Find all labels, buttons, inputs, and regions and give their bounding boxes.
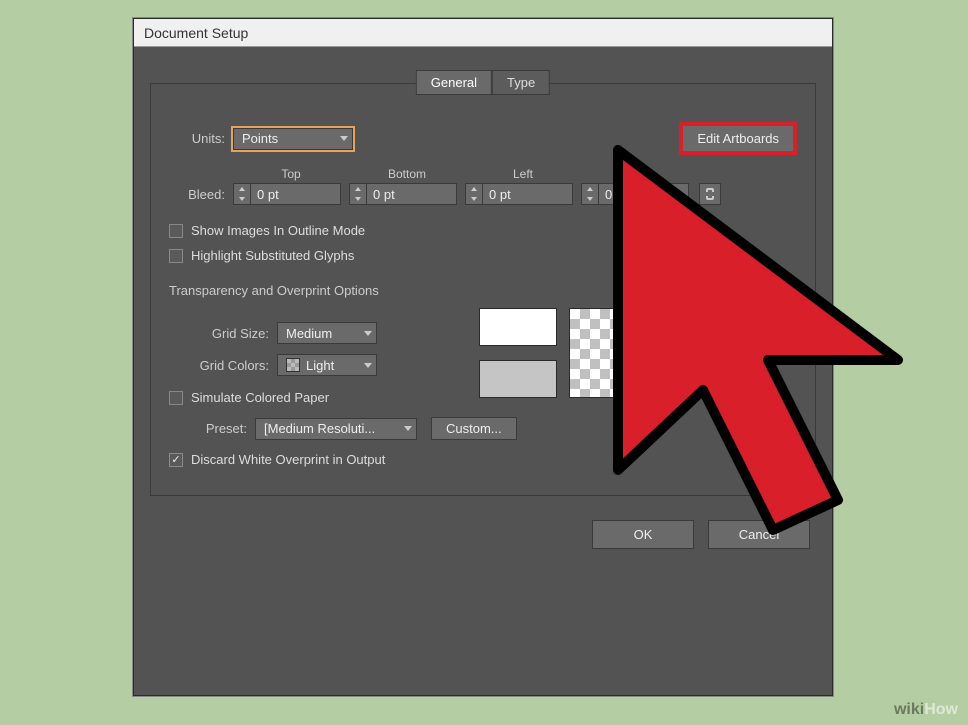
swatch-white[interactable] — [479, 308, 557, 346]
tab-general[interactable]: General — [416, 70, 492, 95]
preset-value: [Medium Resoluti... — [264, 421, 396, 436]
grid-colors-dropdown[interactable]: Light — [277, 354, 377, 376]
discard-white-row[interactable]: ✓ Discard White Overprint in Output — [169, 452, 797, 467]
highlight-glyphs-row[interactable]: Highlight Substituted Glyphs — [169, 248, 797, 263]
chevron-down-icon[interactable] — [582, 194, 598, 204]
watermark-wiki: wiki — [894, 701, 924, 718]
preset-label: Preset: — [169, 421, 247, 436]
bleed-left-label: Left — [465, 167, 581, 181]
bleed-bottom-label: Bottom — [349, 167, 465, 181]
grid-size-dropdown[interactable]: Medium — [277, 322, 377, 344]
bleed-top-input[interactable]: 0 pt — [233, 183, 341, 205]
bleed-bottom-value[interactable]: 0 pt — [367, 183, 457, 205]
document-setup-dialog: Document Setup General Type Units: Point… — [133, 18, 833, 696]
bleed-headers: Top Bottom Left Right — [233, 167, 797, 181]
bleed-label: Bleed: — [169, 187, 225, 202]
tab-bar: General Type — [416, 70, 550, 95]
chevron-down-icon — [364, 331, 372, 336]
general-panel: General Type Units: Points Edit Artboard… — [150, 83, 816, 496]
cancel-button[interactable]: Cancel — [708, 520, 810, 549]
bleed-bottom-input[interactable]: 0 pt — [349, 183, 457, 205]
bleed-right-input[interactable]: 0 pt — [581, 183, 689, 205]
color-swatches — [479, 308, 557, 398]
highlight-glyphs-label: Highlight Substituted Glyphs — [191, 248, 354, 263]
checkbox-checked-icon[interactable]: ✓ — [169, 453, 183, 467]
transparency-section-label: Transparency and Overprint Options — [169, 283, 797, 298]
watermark-how: How — [924, 701, 958, 718]
units-value: Points — [242, 131, 332, 146]
transparency-preview — [479, 308, 667, 398]
bleed-top-label: Top — [233, 167, 349, 181]
swatch-icon — [286, 358, 300, 372]
chevron-up-icon[interactable] — [350, 184, 366, 194]
checkbox-unchecked-icon[interactable] — [169, 224, 183, 238]
chevron-up-icon[interactable] — [466, 184, 482, 194]
bleed-left-input[interactable]: 0 pt — [465, 183, 573, 205]
bleed-right-value[interactable]: 0 pt — [599, 183, 689, 205]
preset-dropdown[interactable]: [Medium Resoluti... — [255, 418, 417, 440]
bleed-row: Bleed: 0 pt 0 pt 0 pt 0 pt — [169, 183, 797, 205]
checkbox-unchecked-icon[interactable] — [169, 391, 183, 405]
show-images-outline-row[interactable]: Show Images In Outline Mode — [169, 223, 797, 238]
chevron-down-icon — [340, 136, 348, 141]
edit-artboards-button[interactable]: Edit Artboards — [679, 122, 797, 155]
stepper-buttons[interactable] — [233, 183, 251, 205]
dialog-footer: OK Cancel — [150, 520, 816, 549]
units-label: Units: — [169, 131, 225, 146]
bleed-right-label: Right — [581, 167, 697, 181]
chevron-down-icon — [404, 426, 412, 431]
chevron-up-icon[interactable] — [234, 184, 250, 194]
dialog-title: Document Setup — [134, 19, 832, 47]
units-row: Units: Points Edit Artboards — [169, 122, 797, 155]
units-dropdown[interactable]: Points — [233, 128, 353, 150]
checkerboard-preview — [569, 308, 667, 398]
grid-section: Grid Size: Medium Grid Colors: Light — [169, 308, 797, 467]
watermark: wikiHow — [894, 701, 958, 719]
bleed-left-value[interactable]: 0 pt — [483, 183, 573, 205]
tab-type[interactable]: Type — [492, 70, 550, 95]
checkbox-unchecked-icon[interactable] — [169, 249, 183, 263]
preset-row: Preset: [Medium Resoluti... Custom... — [169, 417, 797, 440]
stepper-buttons[interactable] — [581, 183, 599, 205]
link-values-icon[interactable] — [699, 183, 721, 205]
simulate-paper-label: Simulate Colored Paper — [191, 390, 329, 405]
grid-size-value: Medium — [286, 326, 356, 341]
chevron-up-icon[interactable] — [582, 184, 598, 194]
custom-button[interactable]: Custom... — [431, 417, 517, 440]
discard-white-label: Discard White Overprint in Output — [191, 452, 385, 467]
chevron-down-icon — [364, 363, 372, 368]
grid-colors-label: Grid Colors: — [169, 358, 269, 373]
chevron-down-icon[interactable] — [466, 194, 482, 204]
stepper-buttons[interactable] — [349, 183, 367, 205]
chevron-down-icon[interactable] — [234, 194, 250, 204]
ok-button[interactable]: OK — [592, 520, 694, 549]
grid-size-label: Grid Size: — [169, 326, 269, 341]
bleed-top-value[interactable]: 0 pt — [251, 183, 341, 205]
stepper-buttons[interactable] — [465, 183, 483, 205]
show-images-outline-label: Show Images In Outline Mode — [191, 223, 365, 238]
chevron-down-icon[interactable] — [350, 194, 366, 204]
dialog-content: General Type Units: Points Edit Artboard… — [134, 47, 832, 565]
grid-colors-value: Light — [306, 358, 356, 373]
swatch-gray[interactable] — [479, 360, 557, 398]
